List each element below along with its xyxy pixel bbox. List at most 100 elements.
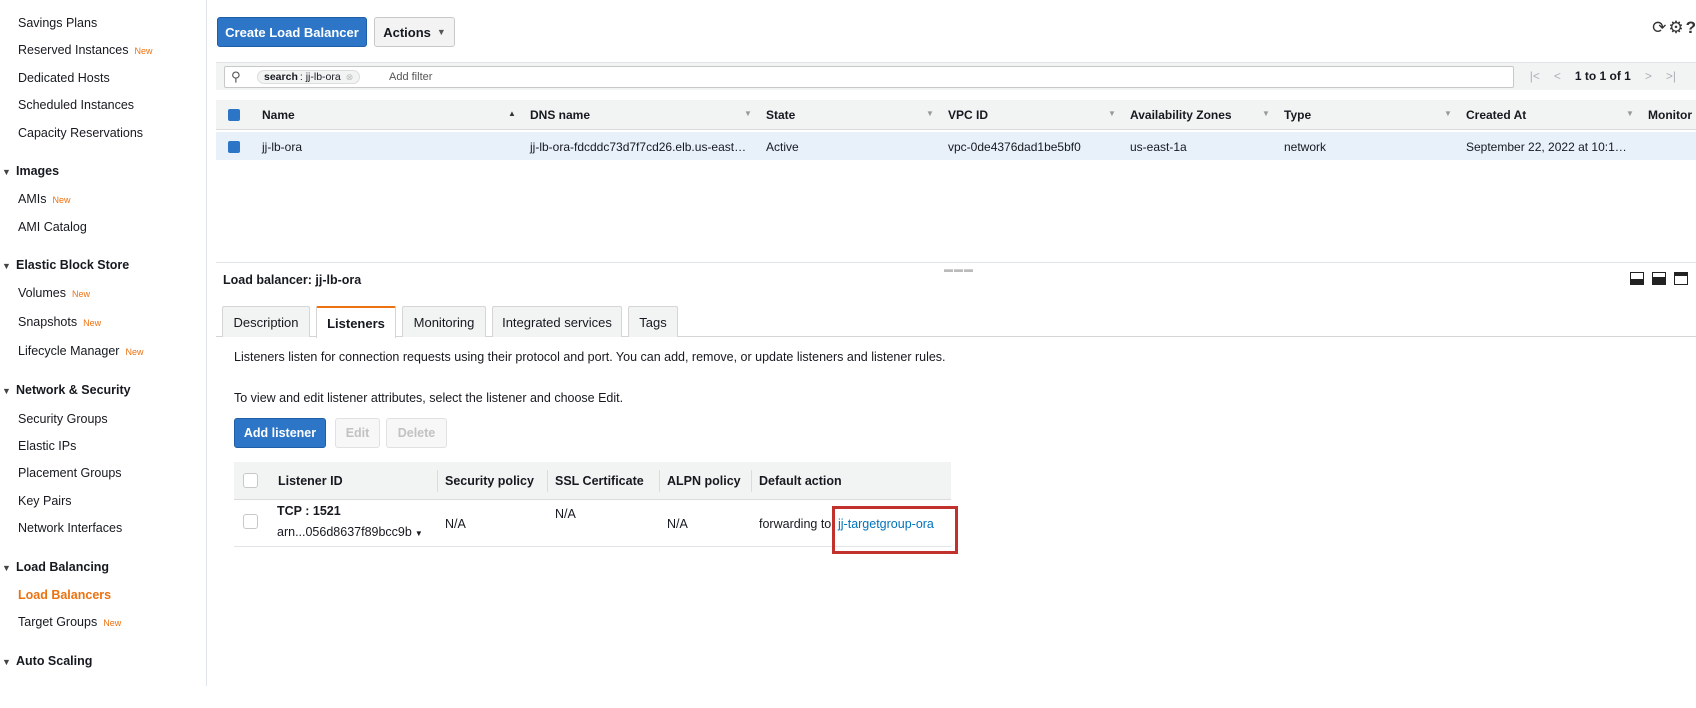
lb-state: Active xyxy=(766,140,799,154)
highlight-annotation xyxy=(832,506,958,554)
layout-bottom-icon[interactable] xyxy=(1630,272,1644,285)
sort-icon[interactable]: ▼ xyxy=(744,109,752,118)
layout-top-icon[interactable] xyxy=(1674,272,1688,285)
listeners-edit-hint: To view and edit listener attributes, se… xyxy=(234,391,624,405)
prev-page-icon[interactable]: < xyxy=(1554,69,1561,83)
col-created-at[interactable]: Created At xyxy=(1466,108,1526,122)
add-listener-button[interactable]: Add listener xyxy=(234,418,326,448)
sidebar-section-load-balancing[interactable]: ▼ Load Balancing xyxy=(2,560,109,574)
chevron-down-icon: ▼ xyxy=(436,27,446,37)
alpn-policy: N/A xyxy=(667,517,688,531)
refresh-icon[interactable]: ⟳ xyxy=(1652,18,1666,38)
row-checkbox[interactable] xyxy=(243,514,258,529)
pagination-text: 1 to 1 of 1 xyxy=(1574,69,1631,83)
col-name[interactable]: Name xyxy=(262,108,295,122)
sidebar-item-ami-catalog[interactable]: AMI Catalog xyxy=(18,220,87,234)
edit-button[interactable]: Edit xyxy=(335,418,380,448)
sidebar-item-security-groups[interactable]: Security Groups xyxy=(18,412,108,426)
sidebar-section-network-security[interactable]: ▼ Network & Security xyxy=(2,383,131,397)
first-page-icon[interactable]: |< xyxy=(1530,69,1540,83)
col-state[interactable]: State xyxy=(766,108,795,122)
filter-token[interactable]: search : jj-lb-ora ⊗ xyxy=(257,70,361,84)
sort-icon[interactable]: ▼ xyxy=(1108,109,1116,118)
select-all-checkbox[interactable] xyxy=(243,473,258,488)
sort-icon[interactable]: ▼ xyxy=(926,109,934,118)
tab-tags[interactable]: Tags xyxy=(628,306,678,337)
sidebar: · · Savings Plans Reserved InstancesNew … xyxy=(0,0,207,686)
caret-down-icon: ▼ xyxy=(414,529,423,538)
caret-down-icon: ▼ xyxy=(2,167,11,177)
sort-icon[interactable]: ▼ xyxy=(1626,109,1634,118)
search-icon: ⚲ xyxy=(231,69,241,84)
sort-asc-icon[interactable]: ▲ xyxy=(508,109,516,118)
sidebar-section-images[interactable]: ▼ Images xyxy=(2,164,59,178)
detail-title: Load balancer: jj-lb-ora xyxy=(223,273,362,287)
sidebar-section-auto-scaling[interactable]: ▼ Auto Scaling xyxy=(2,654,92,668)
sidebar-item-capacity-reservations[interactable]: Capacity Reservations xyxy=(18,126,143,140)
col-default-action: Default action xyxy=(759,474,842,488)
tab-listeners[interactable]: Listeners xyxy=(316,306,396,338)
sidebar-item-elastic-ips[interactable]: Elastic IPs xyxy=(18,439,76,453)
tab-description[interactable]: Description xyxy=(222,306,310,337)
new-badge: New xyxy=(134,46,153,56)
sidebar-item-target-groups[interactable]: Target Groups New xyxy=(18,615,121,629)
filter-bar: ⚲ search : jj-lb-ora ⊗ Add filter |< < 1… xyxy=(216,62,1696,90)
col-type[interactable]: Type xyxy=(1284,108,1311,122)
row-checkbox[interactable] xyxy=(228,141,240,153)
token-remove-icon[interactable]: ⊗ xyxy=(346,72,354,83)
sidebar-item-lifecycle-manager[interactable]: Lifecycle Manager New xyxy=(18,344,143,358)
actions-dropdown-button[interactable]: Actions ▼ xyxy=(374,17,455,47)
caret-down-icon: ▼ xyxy=(2,563,11,573)
search-input[interactable]: ⚲ search : jj-lb-ora ⊗ Add filter xyxy=(224,66,1514,88)
select-all-checkbox[interactable] xyxy=(228,109,240,121)
listeners-info-text: Listeners listen for connection requests… xyxy=(234,350,946,364)
default-action-text: forwarding to xyxy=(759,517,832,531)
sidebar-item-savings-plans[interactable]: Savings Plans xyxy=(18,16,97,30)
col-availability-zones[interactable]: Availability Zones xyxy=(1130,108,1232,122)
column-divider xyxy=(547,470,548,492)
new-badge: New xyxy=(103,618,122,628)
pane-layout-icons xyxy=(1630,272,1688,285)
pane-splitter[interactable] xyxy=(216,262,1696,263)
next-page-icon[interactable]: > xyxy=(1645,69,1652,83)
new-badge: New xyxy=(125,347,144,357)
gear-icon[interactable]: ⚙ xyxy=(1668,18,1683,38)
table-row[interactable]: jj-lb-ora jj-lb-ora-fdcddc73d7f7cd26.elb… xyxy=(216,132,1696,160)
sidebar-item-dedicated-hosts[interactable]: Dedicated Hosts xyxy=(18,71,110,85)
drag-handle-icon[interactable]: ▬▬▬ xyxy=(944,264,974,274)
listener-id: TCP : 1521 xyxy=(277,504,341,518)
caret-down-icon: ▼ xyxy=(2,386,11,396)
caret-down-icon: ▼ xyxy=(2,261,11,271)
tab-monitoring[interactable]: Monitoring xyxy=(402,306,486,337)
sidebar-section-ebs[interactable]: ▼ Elastic Block Store xyxy=(2,258,129,272)
column-divider xyxy=(659,470,660,492)
sidebar-item-snapshots[interactable]: Snapshots New xyxy=(18,315,101,329)
col-vpc-id[interactable]: VPC ID xyxy=(948,108,988,122)
sidebar-item-volumes[interactable]: Volumes New xyxy=(18,286,90,300)
sidebar-item-placement-groups[interactable]: Placement Groups xyxy=(18,466,122,480)
help-icon[interactable]: ? xyxy=(1686,18,1696,38)
last-page-icon[interactable]: >| xyxy=(1666,69,1676,83)
column-divider xyxy=(437,470,438,492)
sort-icon[interactable]: ▼ xyxy=(1444,109,1452,118)
add-filter-placeholder[interactable]: Add filter xyxy=(389,71,432,83)
col-dns-name[interactable]: DNS name xyxy=(530,108,590,122)
sidebar-item-scheduled-instances[interactable]: Scheduled Instances xyxy=(18,98,134,112)
ssl-certificate: N/A xyxy=(555,507,576,521)
caret-down-icon: ▼ xyxy=(2,657,11,667)
listener-table-header: Listener ID Security policy SSL Certific… xyxy=(234,462,951,500)
delete-button[interactable]: Delete xyxy=(386,418,447,448)
tab-integrated-services[interactable]: Integrated services xyxy=(492,306,622,337)
listener-arn[interactable]: arn...056d8637f89bcc9b ▼ xyxy=(277,525,423,539)
sidebar-item-amis[interactable]: AMIs New xyxy=(18,192,71,206)
sidebar-item-key-pairs[interactable]: Key Pairs xyxy=(18,494,72,508)
create-load-balancer-button[interactable]: Create Load Balancer xyxy=(217,17,367,47)
sidebar-item-load-balancers[interactable]: Load Balancers xyxy=(18,588,111,602)
sidebar-item-network-interfaces[interactable]: Network Interfaces xyxy=(18,521,122,535)
lb-created-at: September 22, 2022 at 10:1… xyxy=(1466,140,1627,154)
col-monitor[interactable]: Monitor xyxy=(1648,108,1692,122)
sort-icon[interactable]: ▼ xyxy=(1262,109,1270,118)
lb-vpc-id: vpc-0de4376dad1be5bf0 xyxy=(948,140,1081,154)
layout-split-icon[interactable] xyxy=(1652,272,1666,285)
sidebar-item-reserved-instances[interactable]: Reserved Instances New xyxy=(18,43,153,57)
